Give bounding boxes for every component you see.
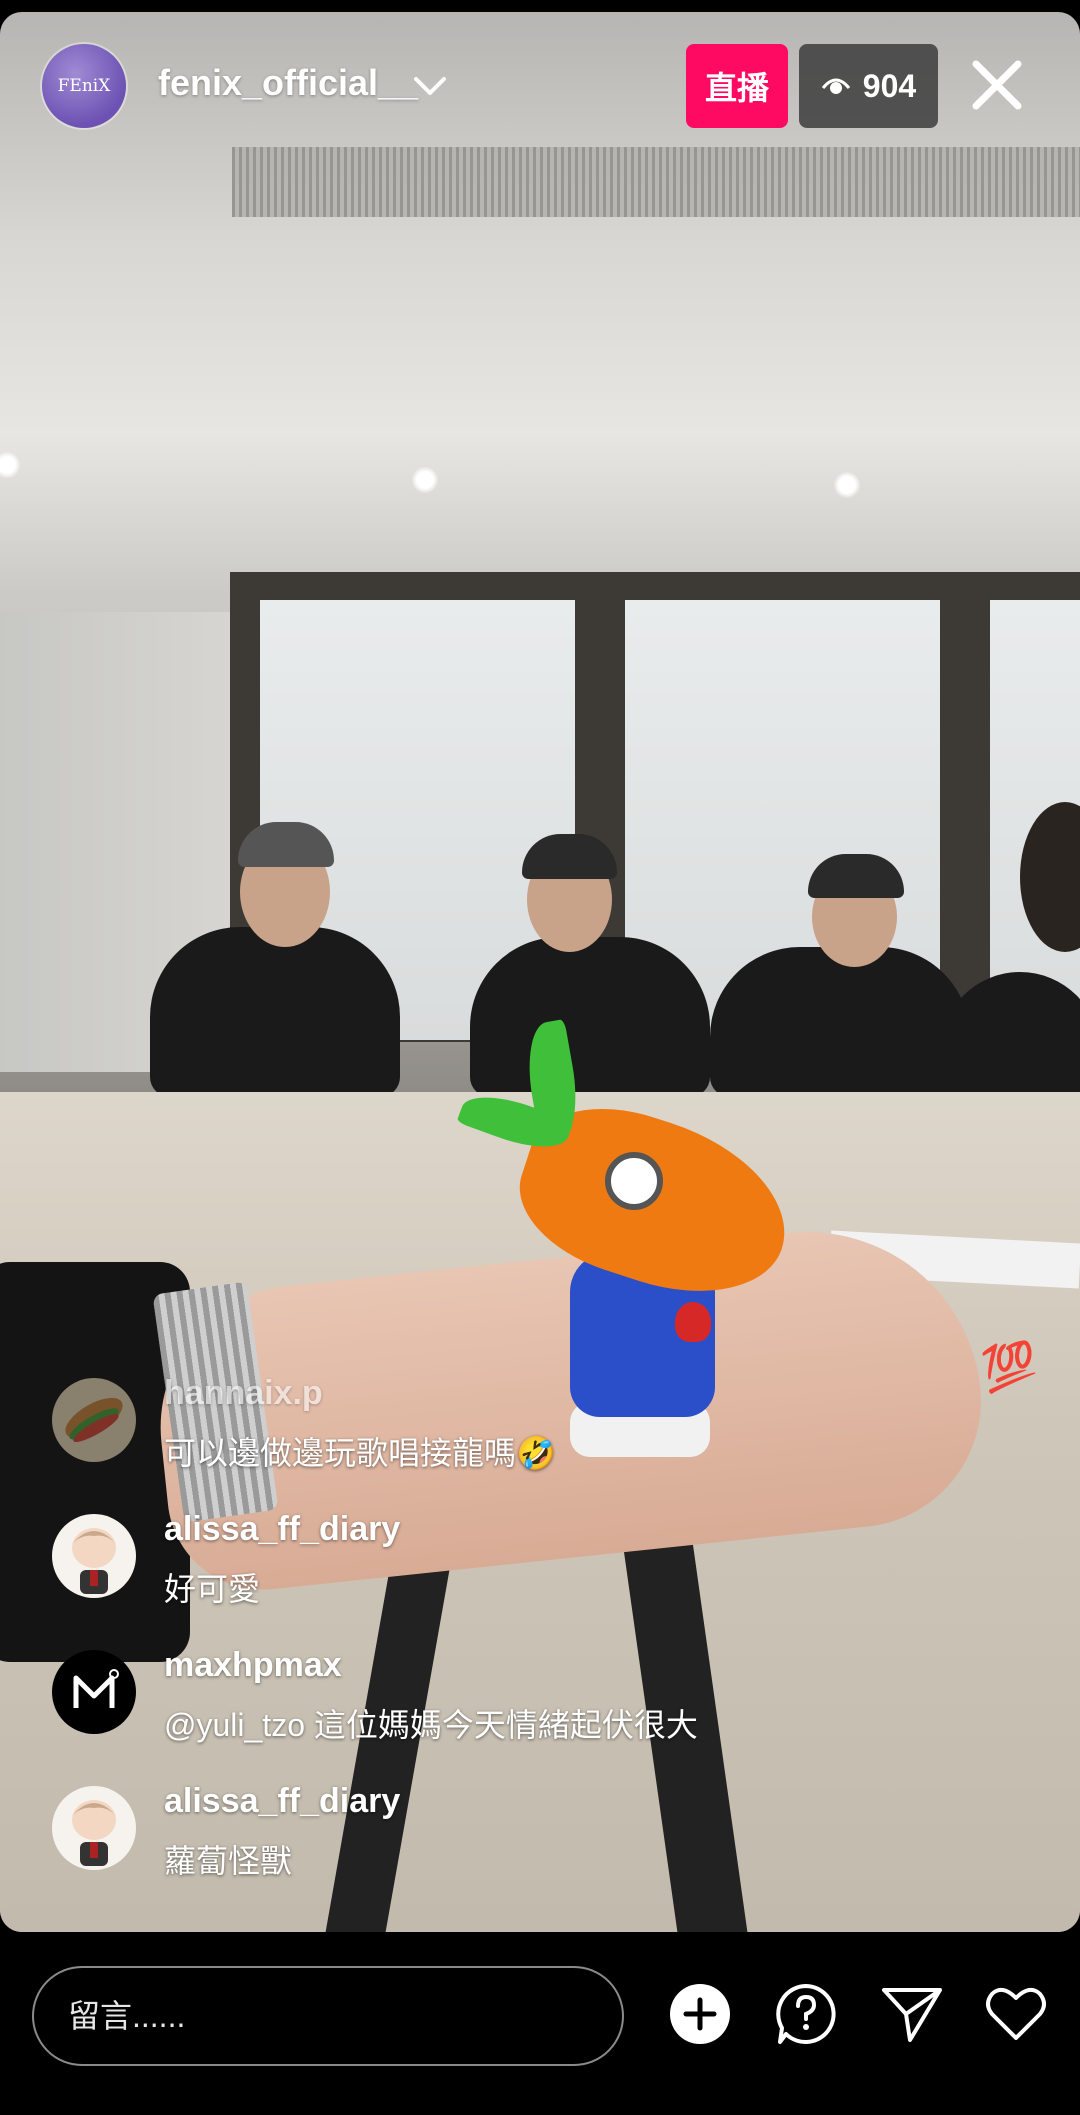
comment-username[interactable]: hannaix.p (164, 1374, 323, 1413)
comment-text: 可以邊做邊玩歌唱接龍嗎🤣 (164, 1435, 556, 1471)
comment-item[interactable]: alissa_ff_diary 蘿蔔怪獸 (52, 1778, 952, 1914)
person (150, 927, 400, 1097)
viewer-count: 904 (862, 67, 917, 104)
person (470, 937, 710, 1097)
avatar-logo-text: FEniX (57, 76, 111, 96)
live-label: 直播 (704, 70, 769, 106)
sandwich-avatar[interactable] (52, 1378, 136, 1462)
comment-item[interactable]: maxhpmax @yuli_tzo 這位媽媽今天情緒起伏很大 (52, 1642, 952, 1778)
comment-input[interactable] (32, 1966, 624, 2066)
ceiling-light (0, 452, 20, 478)
comment-text: @yuli_tzo 這位媽媽今天情緒起伏很大 (164, 1707, 698, 1743)
comment-username[interactable]: alissa_ff_diary (164, 1510, 400, 1549)
close-icon[interactable] (962, 50, 1032, 120)
comment-username[interactable]: maxhpmax (164, 1646, 342, 1685)
ceiling-light (412, 467, 438, 493)
comment-item[interactable]: hannaix.p 可以邊做邊玩歌唱接龍嗎🤣 (52, 1370, 952, 1506)
person (710, 947, 970, 1097)
viewer-count-badge[interactable]: 904 (799, 44, 938, 128)
host-avatar[interactable]: FEniX (42, 44, 126, 128)
comment-text: 好可愛 (164, 1571, 261, 1607)
ceiling-light (834, 472, 860, 498)
cartoon-boy-avatar[interactable] (52, 1514, 136, 1598)
host-username[interactable]: fenix_official__ (158, 62, 418, 104)
question-icon[interactable] (774, 1982, 838, 2046)
m-logo-avatar[interactable] (52, 1650, 136, 1734)
comment-username[interactable]: alissa_ff_diary (164, 1782, 400, 1821)
comment-list: hannaix.p 可以邊做邊玩歌唱接龍嗎🤣 alissa_ff_diary 好… (52, 1370, 952, 1914)
comment-item[interactable]: alissa_ff_diary 好可愛 (52, 1506, 952, 1642)
cartoon-boy-avatar[interactable] (52, 1786, 136, 1870)
reaction-emoji: 💯 (978, 1336, 1041, 1397)
heart-icon[interactable] (984, 1982, 1048, 2046)
eye-icon (821, 78, 850, 94)
comment-text: 蘿蔔怪獸 (164, 1843, 293, 1879)
live-stream-screen: FEniX fenix_official__ 直播 904 💯 hannaix.… (0, 0, 1080, 2115)
header-bar: FEniX fenix_official__ 直播 904 (0, 0, 1080, 170)
send-icon[interactable] (880, 1982, 944, 2046)
bottom-bar (0, 1932, 1080, 2115)
chevron-down-icon[interactable] (410, 66, 450, 106)
live-badge: 直播 (686, 44, 788, 128)
add-icon[interactable] (668, 1982, 732, 2046)
